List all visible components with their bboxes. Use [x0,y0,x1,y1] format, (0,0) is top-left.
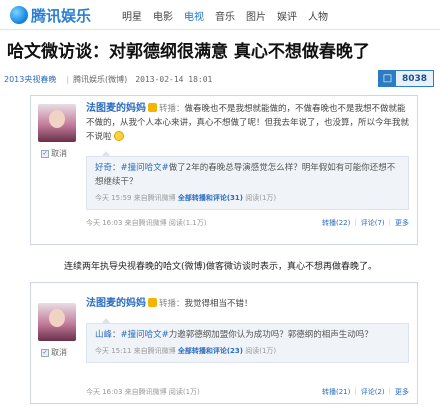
comment-button[interactable]: 评论(2) [361,387,385,397]
nav-item-movies[interactable]: 电影 [153,8,173,23]
comment-count-button[interactable]: □ 8038 [377,70,434,87]
quote-topic[interactable]: #撞问哈文# [121,163,169,173]
nav-item-tv[interactable]: 电视 [184,8,204,23]
vip-icon [148,103,157,112]
post-content: 我觉得相当不错！ [184,299,253,309]
post-footer: 今天 16:03 来自腾讯微博 阅读(1万) 转播(21) | 评论(2) | 更多 [86,387,409,397]
source-link[interactable]: 腾讯娱乐(微博) [73,74,127,85]
unfollow-button[interactable]: ✓ 取消 [41,148,67,159]
weibo-post: ✓ 取消 法图麦的妈妈 转播：我觉得相当不错！ 山峰：#撞问哈文#力邀郭德纲加盟你… [30,282,418,404]
comment-button[interactable]: 评论(7) [361,218,385,228]
post-text: 法图麦的妈妈 转播：我觉得相当不错！ [86,298,253,309]
site-header: 腾讯娱乐 明星 电影 电视 音乐 图片 娱评 人物 [0,0,440,30]
page-title: 哈文微访谈：对郭德纲很满意 真心不想做春晚了 [7,42,370,62]
quote-all-link[interactable]: 全部转播和评论(23) [178,347,243,355]
author-link[interactable]: 法图麦的妈妈 [86,103,146,114]
quote-topic[interactable]: #撞问哈文# [121,330,169,340]
more-button[interactable]: 更多 [395,218,409,228]
nav-item-stars[interactable]: 明星 [122,8,142,23]
check-icon: ✓ [41,149,49,158]
comment-count: 8038 [395,71,433,86]
forward-button[interactable]: 转播(21) [322,387,350,397]
publish-time: 2013-02-14 18:01 [135,74,213,84]
check-icon: ✓ [41,348,49,357]
nav-item-music[interactable]: 音乐 [215,8,235,23]
logo-icon [10,6,28,24]
nav-item-photos[interactable]: 图片 [246,8,266,23]
quote-author[interactable]: 山峰 [95,330,112,340]
quoted-post: 山峰：#撞问哈文#力邀郭德纲加盟你认为成功吗？郭德纲的相声生动吗？ 今天 15:… [86,318,409,363]
quote-all-link[interactable]: 全部转播和评论(31) [178,194,243,202]
quote-author[interactable]: 好奇 [95,163,112,173]
vip-icon [148,298,157,307]
channel-link[interactable]: 2013央视春晚 [4,74,56,85]
more-button[interactable]: 更多 [395,387,409,397]
logo-text: 腾讯娱乐 [31,6,92,25]
post-text: 法图麦的妈妈 转播：做春晚也不是我想就能做的，不做春晚也不是我想不做就能不做的，从… [86,103,410,142]
unfollow-button[interactable]: ✓ 取消 [41,347,67,358]
article-paragraph: 连续两年执导央视春晚的哈文(微博)做客微访谈时表示，真心不想再做春晚了。 [64,262,378,272]
smile-icon [114,131,125,141]
avatar[interactable] [38,303,76,341]
weibo-post: ✓ 取消 法图麦的妈妈 转播：做春晚也不是我想就能做的，不做春晚也不是我想不做就能… [30,95,418,245]
nav-item-reviews[interactable]: 娱评 [277,8,297,23]
quoted-post: 好奇：#撞问哈文#做了2年的春晚总导演感觉怎么样？明年假如有可能你还想不想继续干… [86,151,409,210]
post-footer: 今天 16:03 来自腾讯微博 阅读(1.1万) 转播(22) | 评论(7) | … [86,218,409,228]
comment-icon: □ [378,71,396,86]
forward-button[interactable]: 转播(22) [322,218,350,228]
article-meta: 2013央视春晚 | 腾讯娱乐(微博) 2013-02-14 18:01 [4,74,213,85]
nav-item-people[interactable]: 人物 [308,8,328,23]
avatar[interactable] [38,104,76,142]
site-logo[interactable]: 腾讯娱乐 [10,5,91,25]
author-link[interactable]: 法图麦的妈妈 [86,298,146,309]
main-nav: 明星 电影 电视 音乐 图片 娱评 人物 [122,8,328,23]
